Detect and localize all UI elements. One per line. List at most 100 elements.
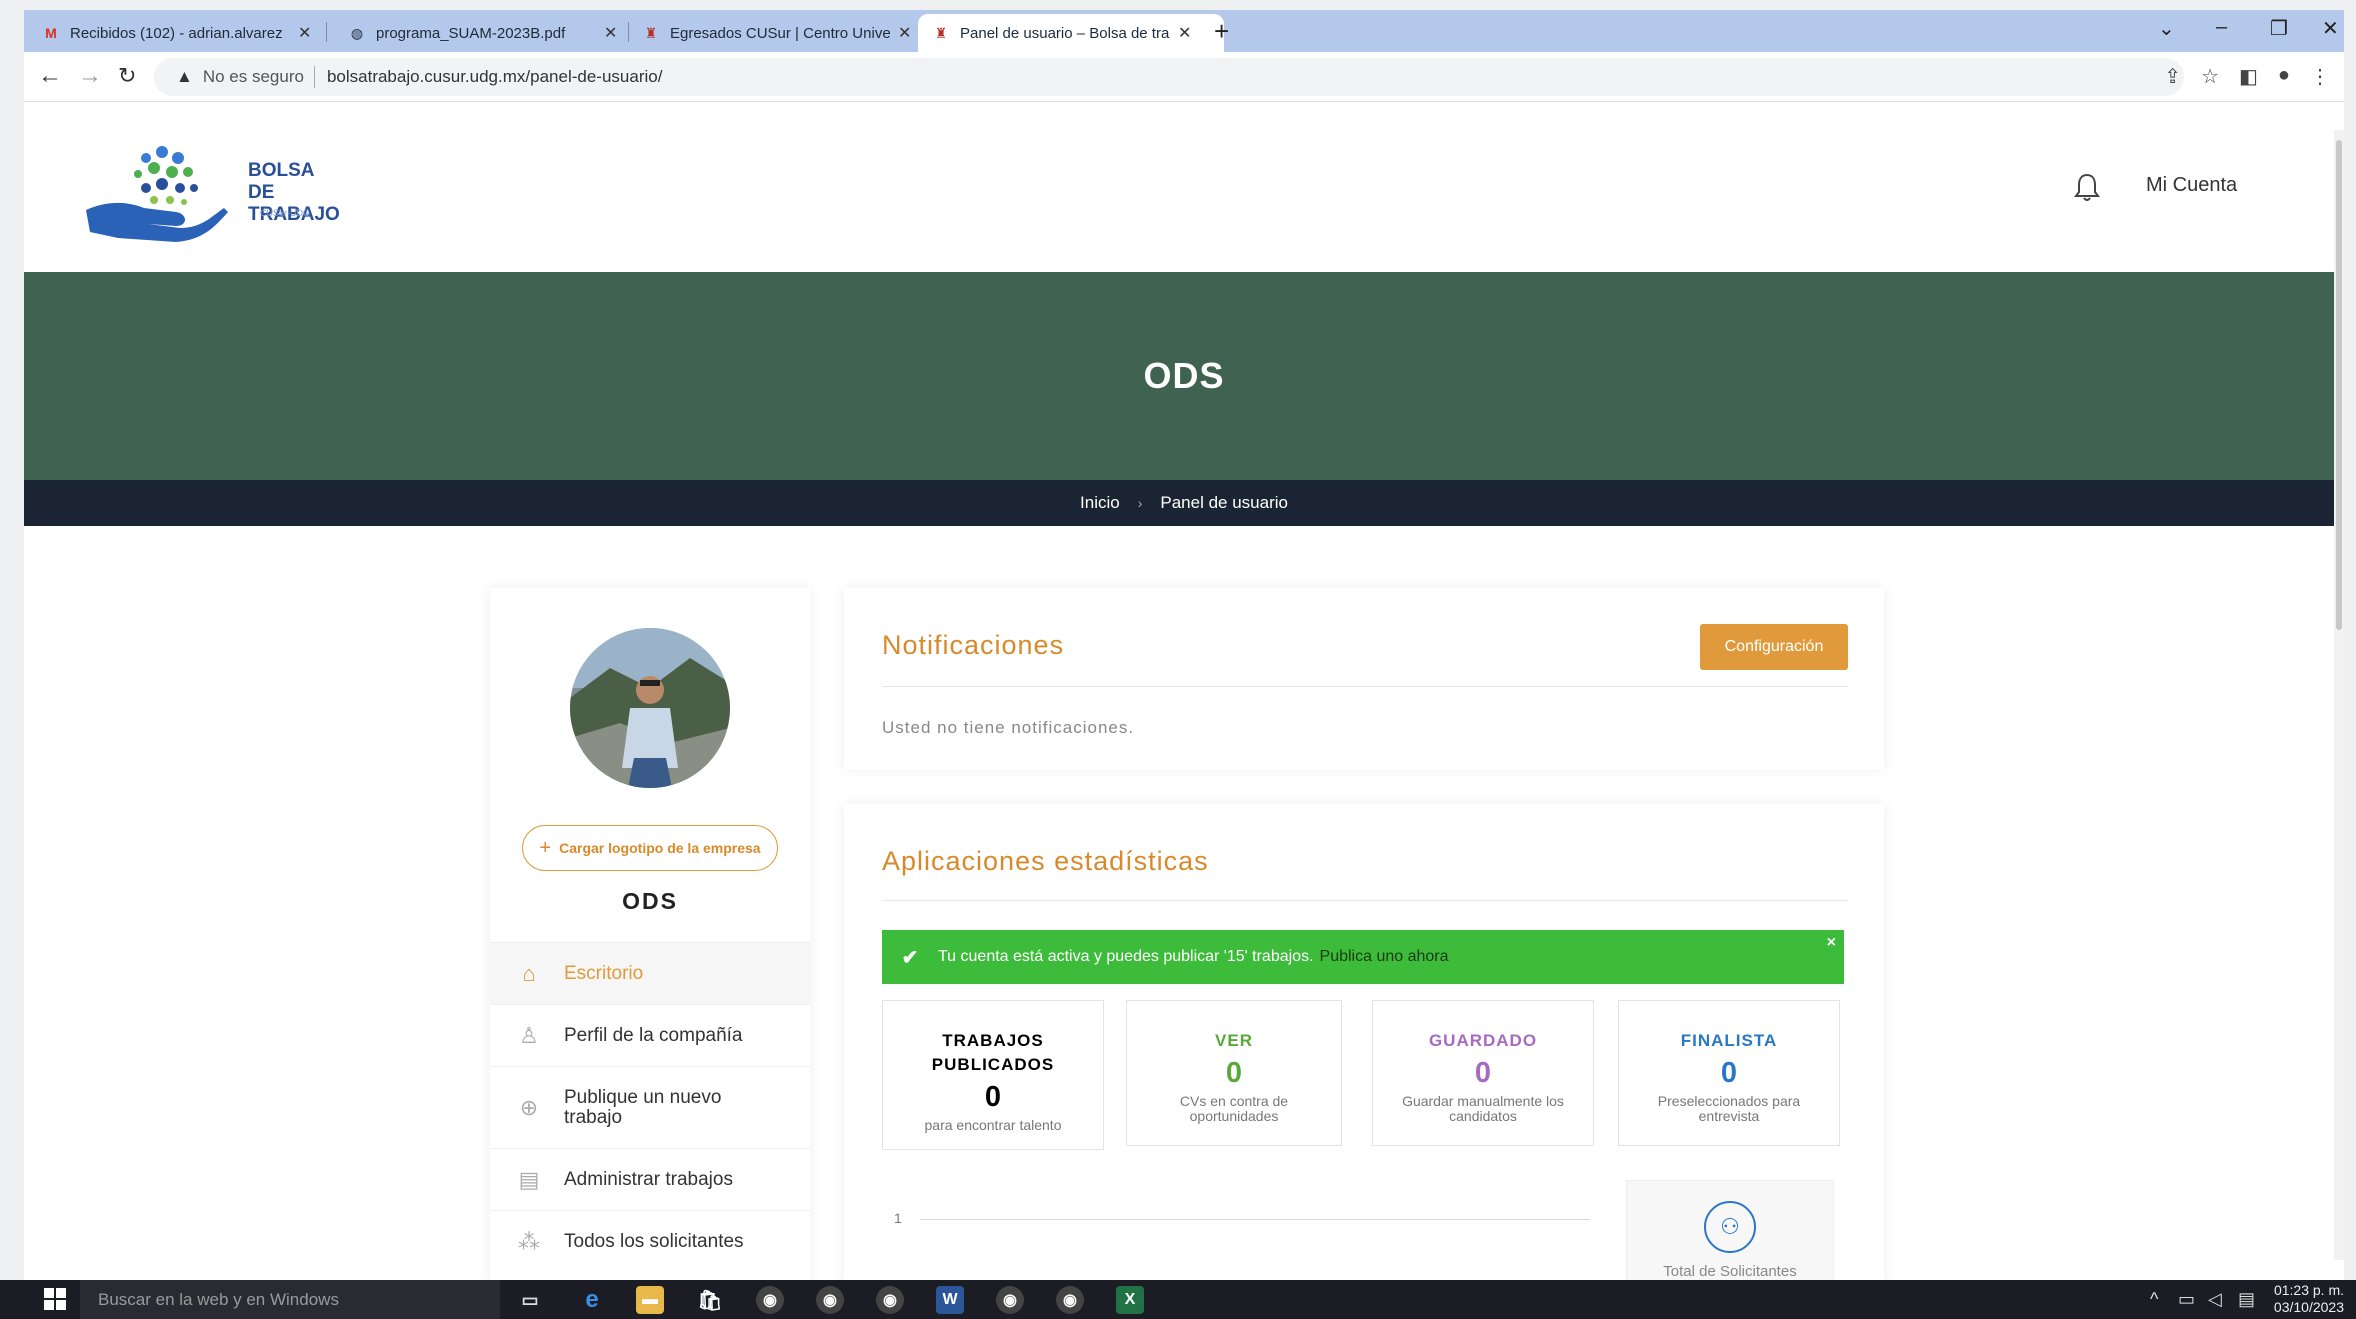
store-icon[interactable]: 🛍 <box>696 1286 724 1314</box>
stat-card-guardado[interactable]: GUARDADO 0 Guardar manualmente los candi… <box>1372 1000 1594 1146</box>
stat-label: VER <box>1215 1031 1253 1050</box>
page-scrollbar[interactable] <box>2334 130 2344 1260</box>
stat-value: 0 <box>1720 1057 1738 1089</box>
alert-text: Tu cuenta está activa y puedes publicar … <box>938 948 1314 965</box>
tab-title: programa_SUAM-2023B.pdf <box>376 24 566 42</box>
sidebar-item-solicitantes[interactable]: ⁂ Todos los solicitantes <box>490 1210 810 1272</box>
stat-label: FINALISTA <box>1680 1031 1778 1050</box>
windows-start-icon[interactable] <box>44 1288 66 1310</box>
file-explorer-icon[interactable]: ▬ <box>636 1286 664 1314</box>
close-icon[interactable]: ✕ <box>298 23 311 43</box>
bell-icon[interactable] <box>2074 172 2100 209</box>
page-title: ODS <box>1143 355 1225 396</box>
warning-icon: ▲ <box>176 67 193 86</box>
share-icon[interactable]: ⇪ <box>2164 64 2181 89</box>
chrome-icon[interactable]: ◉ <box>876 1286 904 1314</box>
close-window-icon[interactable]: ✕ <box>2322 16 2339 41</box>
upload-logo-button[interactable]: + Cargar logotipo de la empresa <box>522 825 778 871</box>
chevron-right-icon: › <box>1137 495 1143 511</box>
windows-taskbar: Buscar en la web y en Windows ▭ e ▬ 🛍 ◉ … <box>0 1280 2356 1319</box>
breadcrumb-home[interactable]: Inicio <box>1080 493 1120 513</box>
tab-panel-usuario[interactable]: ♜ Panel de usuario – Bolsa de trab ✕ <box>918 14 1224 52</box>
excel-icon[interactable]: X <box>1116 1286 1144 1314</box>
stat-card-ver[interactable]: VER 0 CVs en contra de oportunidades <box>1126 1000 1342 1146</box>
sidebar-item-escritorio[interactable]: ⌂ Escritorio <box>490 942 810 1004</box>
config-button[interactable]: Configuración <box>1700 624 1848 670</box>
network-icon[interactable]: ▭ <box>2178 1289 2195 1310</box>
chrome-icon[interactable]: ◉ <box>1056 1286 1084 1314</box>
profile-icon[interactable]: ● <box>2278 64 2290 89</box>
url-text: bolsatrabajo.cusur.udg.mx/panel-de-usuar… <box>326 67 663 86</box>
tab-title: Egresados CUSur | Centro Unive <box>670 24 890 42</box>
stat-desc: CVs en contra de oportunidades <box>1179 1093 1289 1124</box>
dashboard-icon: ⌂ <box>522 960 536 986</box>
users-group-icon: ⚇ <box>1704 1201 1756 1253</box>
tray-chevron-icon[interactable]: ^ <box>2150 1289 2158 1310</box>
tab-bar: M Recibidos (102) - adrian.alvarez ✕ ◍ p… <box>24 10 2344 52</box>
menu-icon[interactable]: ⋮ <box>2310 64 2330 89</box>
avatar <box>570 628 730 788</box>
star-icon[interactable]: ☆ <box>2201 64 2219 89</box>
stat-label: TRABAJOS PUBLICADOS <box>931 1031 1055 1074</box>
clock-time: 01:23 p. m. <box>2273 1282 2344 1298</box>
tab-title: Recibidos (102) - adrian.alvarez <box>70 24 283 42</box>
chrome-icon[interactable]: ◉ <box>756 1286 784 1314</box>
edge-icon[interactable]: e <box>578 1286 606 1314</box>
reload-icon[interactable]: ↻ <box>118 62 136 90</box>
site-header: BOLSA DE TRABAJO CUSur-UDG Mi Cuenta <box>24 102 2344 272</box>
sidebar-item-administrar[interactable]: ▤ Administrar trabajos <box>490 1148 810 1210</box>
sidebar-menu: ⌂ Escritorio ♙ Perfil de la compañía ⊕ P… <box>490 942 810 1272</box>
sidebar-item-perfil[interactable]: ♙ Perfil de la compañía <box>490 1004 810 1066</box>
url-bar[interactable]: ▲ No es seguro bolsatrabajo.cusur.udg.mx… <box>154 58 2184 96</box>
taskbar-search-input[interactable]: Buscar en la web y en Windows <box>80 1280 500 1319</box>
upload-logo-label: Cargar logotipo de la empresa <box>559 840 761 856</box>
stat-card-finalista[interactable]: FINALISTA 0 Preseleccionados para entrev… <box>1618 1000 1840 1146</box>
notifications-panel: Notificaciones Configuración Usted no ti… <box>844 588 1884 770</box>
word-icon[interactable]: W <box>936 1286 964 1314</box>
web-page: BOLSA DE TRABAJO CUSur-UDG Mi Cuenta ODS… <box>24 102 2344 1280</box>
minimize-icon[interactable]: – <box>2216 16 2227 39</box>
account-link[interactable]: Mi Cuenta <box>2146 174 2237 197</box>
tab-divider <box>326 22 327 42</box>
plus-icon: + <box>539 836 552 859</box>
task-view-icon[interactable]: ▭ <box>516 1286 544 1314</box>
new-tab-icon[interactable]: + <box>1214 16 1229 46</box>
sidepanel-icon[interactable]: ◧ <box>2239 64 2258 89</box>
action-center-icon[interactable]: ▤ <box>2238 1289 2255 1310</box>
tab-search-icon[interactable]: ⌄ <box>2158 16 2175 41</box>
clock-date: 03/10/2023 <box>2273 1299 2344 1315</box>
chrome-icon[interactable]: ◉ <box>816 1286 844 1314</box>
site-logo[interactable]: BOLSA DE TRABAJO CUSur-UDG <box>84 132 344 242</box>
browser-window: M Recibidos (102) - adrian.alvarez ✕ ◍ p… <box>24 10 2344 1280</box>
chrome-icon[interactable]: ◉ <box>996 1286 1024 1314</box>
restore-icon[interactable]: ❐ <box>2270 16 2288 41</box>
stat-value: 0 <box>1474 1057 1492 1089</box>
system-clock[interactable]: 01:23 p. m. 03/10/2023 <box>2274 1282 2344 1316</box>
udg-icon: ♜ <box>644 24 658 41</box>
logo-subtext: CUSur-UDG <box>260 208 311 218</box>
briefcase-icon: ▤ <box>518 1166 540 1192</box>
close-icon[interactable]: × <box>1827 934 1836 952</box>
breadcrumb: Inicio › Panel de usuario <box>24 480 2344 526</box>
divider <box>882 900 1848 901</box>
stat-card-trabajos[interactable]: TRABAJOS PUBLICADOS 0 para encontrar tal… <box>882 1000 1104 1150</box>
total-applicants-card: ⚇ Total de Solicitantes <box>1626 1180 1834 1280</box>
close-icon[interactable]: ✕ <box>898 23 911 43</box>
forward-icon[interactable]: → <box>78 62 102 90</box>
volume-icon[interactable]: ◁ <box>2208 1289 2222 1310</box>
publish-now-link[interactable]: Publica uno ahora <box>1320 948 1449 966</box>
page-hero: ODS <box>24 272 2344 480</box>
tab-gmail[interactable]: M Recibidos (102) - adrian.alvarez ✕ <box>28 14 325 52</box>
tab-pdf[interactable]: ◍ programa_SUAM-2023B.pdf ✕ <box>334 14 631 52</box>
stats-panel: Aplicaciones estadísticas ✔ Tu cuenta es… <box>844 804 1884 1280</box>
close-icon[interactable]: ✕ <box>604 23 617 43</box>
sidebar-item-publicar[interactable]: ⊕ Publique un nuevo trabajo <box>490 1066 810 1148</box>
security-label: No es seguro <box>202 67 304 86</box>
close-icon[interactable]: ✕ <box>1178 23 1191 43</box>
stat-desc: para encontrar talento <box>924 1117 1062 1133</box>
stat-label: GUARDADO <box>1428 1031 1538 1050</box>
browser-actions: ⇪ ☆ ◧ ● ⋮ <box>2164 64 2330 89</box>
back-icon[interactable]: ← <box>38 62 62 90</box>
scrollbar-thumb[interactable] <box>2336 140 2342 630</box>
tab-egresados[interactable]: ♜ Egresados CUSur | Centro Unive ✕ <box>628 14 925 52</box>
